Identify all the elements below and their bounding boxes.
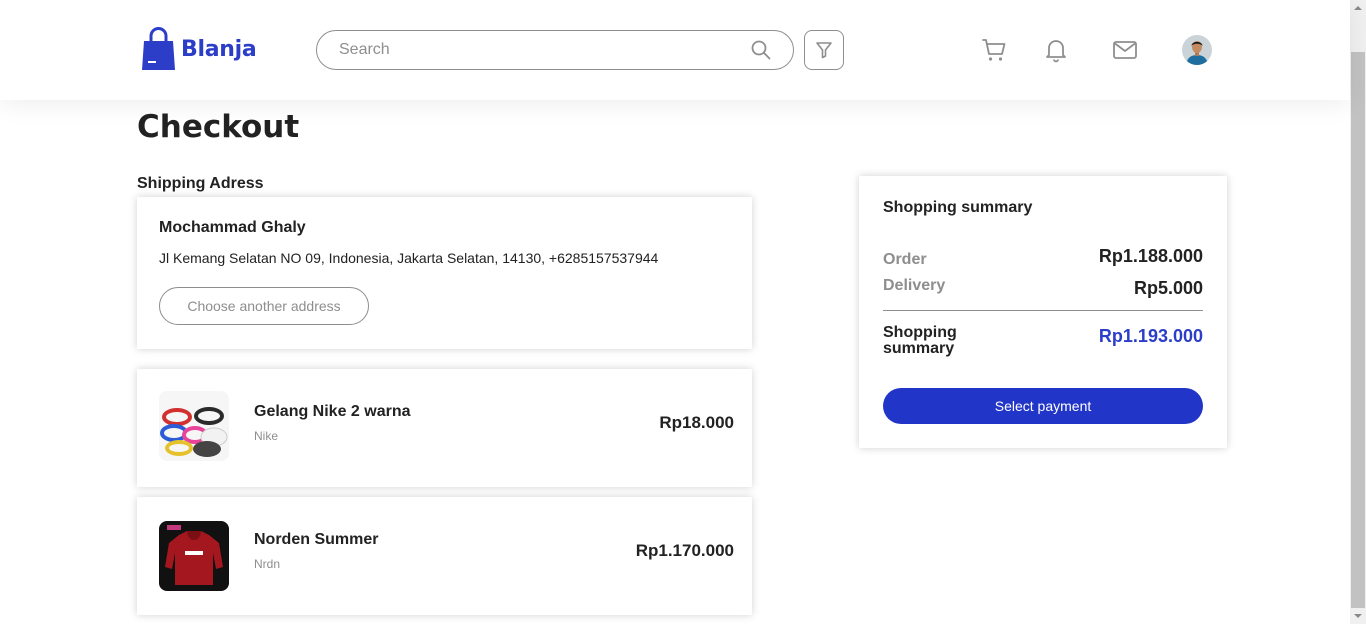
address-line: Jl Kemang Selatan NO 09, Indonesia, Jaka… bbox=[159, 250, 659, 266]
choose-address-button[interactable]: Choose another address bbox=[159, 287, 369, 325]
mail-button[interactable] bbox=[1111, 36, 1139, 64]
navbar: Blanja bbox=[0, 0, 1350, 100]
delivery-label: Delivery bbox=[883, 277, 946, 294]
order-value: Rp1.188.000 bbox=[1098, 246, 1203, 266]
mail-icon bbox=[1113, 41, 1137, 59]
scroll-down-arrow[interactable] bbox=[1350, 608, 1366, 624]
user-avatar-image bbox=[1182, 35, 1212, 65]
search-button[interactable] bbox=[741, 31, 781, 69]
scrollbar-thumb[interactable] bbox=[1351, 52, 1365, 608]
total-label: Shopping summary bbox=[883, 324, 957, 357]
product-name: Norden Summer bbox=[254, 531, 379, 548]
notification-button[interactable] bbox=[1042, 36, 1070, 64]
cart-icon bbox=[982, 39, 1006, 61]
avatar[interactable] bbox=[1182, 35, 1212, 65]
order-label: Order bbox=[883, 251, 927, 268]
summary-divider bbox=[883, 310, 1203, 311]
search-input[interactable] bbox=[339, 32, 741, 68]
shopping-summary-card: Shopping summary Order Rp1.188.000 Deliv… bbox=[859, 176, 1227, 448]
search-icon bbox=[751, 40, 771, 60]
product-image bbox=[159, 391, 229, 461]
bracelet-image bbox=[159, 391, 229, 461]
product-price: Rp18.000 bbox=[659, 413, 734, 432]
shipping-address-label: Shipping Adress bbox=[137, 175, 264, 192]
scroll-up-arrow[interactable] bbox=[1350, 0, 1366, 16]
delivery-value: Rp5.000 bbox=[1133, 278, 1203, 298]
hoodie-image bbox=[159, 521, 229, 591]
search-box bbox=[316, 30, 794, 70]
filter-icon bbox=[816, 42, 832, 59]
filter-button[interactable] bbox=[804, 30, 844, 70]
select-payment-button[interactable]: Select payment bbox=[883, 388, 1203, 424]
product-card: Gelang Nike 2 warna Nike Rp18.000 bbox=[137, 369, 752, 487]
shopping-bag-icon bbox=[142, 27, 175, 70]
logo[interactable]: Blanja bbox=[141, 27, 257, 72]
total-value: Rp1.193.000 bbox=[1098, 326, 1203, 346]
product-brand: Nrdn bbox=[254, 557, 281, 571]
product-card: Norden Summer Nrdn Rp1.170.000 bbox=[137, 497, 752, 615]
bell-icon bbox=[1046, 40, 1066, 63]
logo-text: Blanja bbox=[181, 37, 257, 62]
cart-button[interactable] bbox=[980, 36, 1008, 64]
summary-title: Shopping summary bbox=[883, 199, 1033, 216]
arrow-up-icon bbox=[1354, 6, 1362, 10]
page-title: Checkout bbox=[137, 109, 300, 145]
product-brand: Nike bbox=[254, 429, 279, 443]
product-price: Rp1.170.000 bbox=[635, 541, 734, 560]
recipient-name: Mochammad Ghaly bbox=[159, 219, 306, 236]
product-image bbox=[159, 521, 229, 591]
arrow-down-icon bbox=[1354, 614, 1362, 618]
address-card: Mochammad Ghaly Jl Kemang Selatan NO 09,… bbox=[137, 197, 752, 349]
product-name: Gelang Nike 2 warna bbox=[254, 403, 411, 420]
